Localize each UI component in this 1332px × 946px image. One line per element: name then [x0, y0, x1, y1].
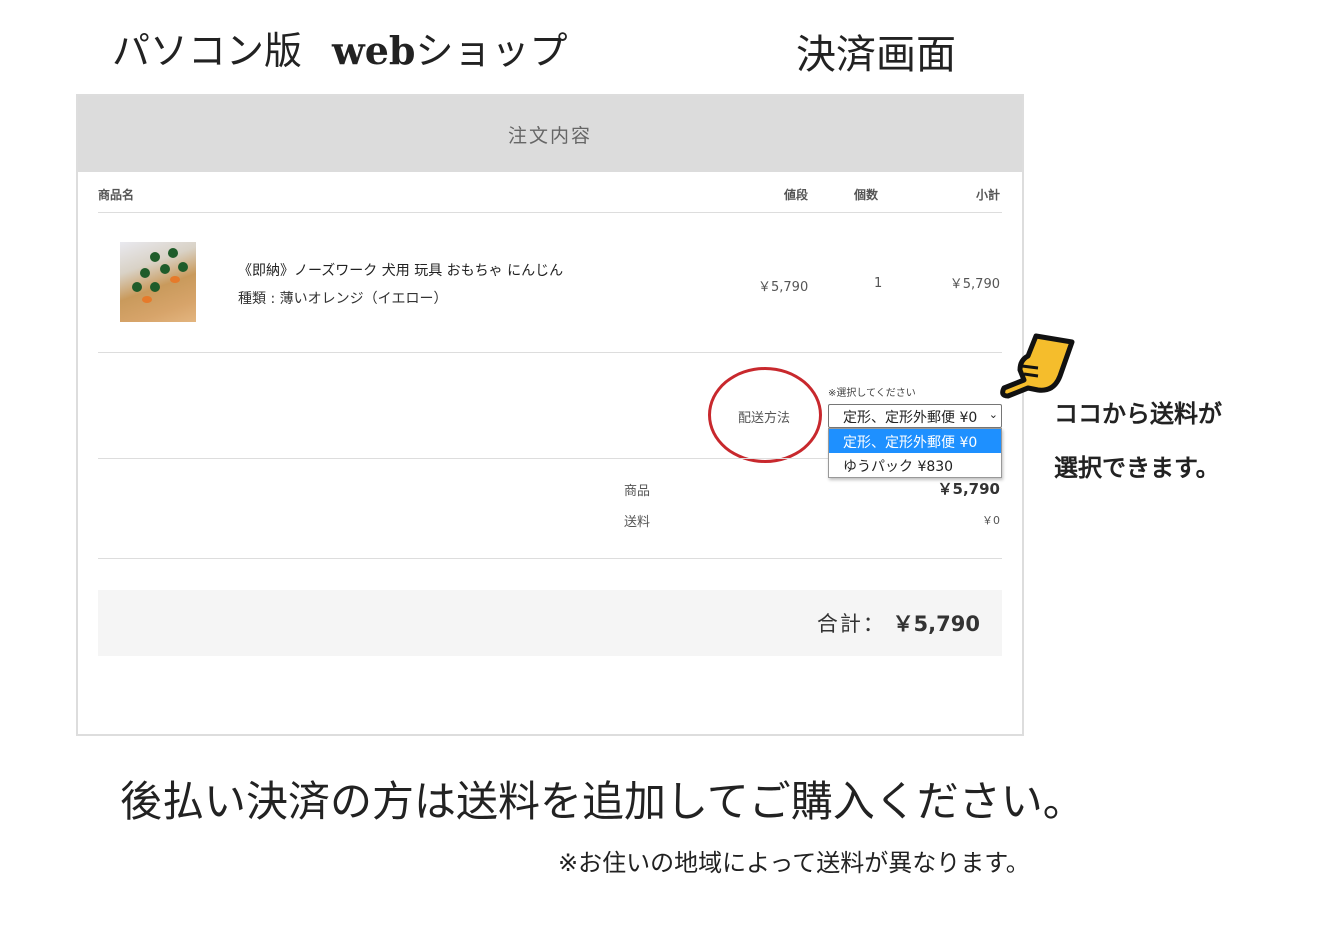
col-qty: 個数: [854, 188, 879, 202]
product-name[interactable]: 《即納》ノーズワーク 犬用 玩具 おもちゃ にんじん: [238, 260, 563, 280]
total-label: 合計：: [816, 612, 886, 636]
product-variant: 種類 : 薄いオレンジ（イエロー）: [238, 291, 448, 307]
item-qty: 1: [874, 276, 883, 291]
order-panel: 注文内容 商品名 値段 個数 小計 《即納》ノーズワーク 犬用 玩具 おもちゃ …: [76, 94, 1024, 736]
col-name: 商品名: [98, 188, 135, 202]
goods-label: 商品: [624, 484, 651, 499]
selected-option: 定形、定形外郵便 ¥0: [843, 410, 978, 426]
note-main: 後払い決済の方は送料を追加してご購入ください。: [120, 777, 1085, 826]
shipping-select[interactable]: 定形、定形外郵便 ¥0 ⌄: [828, 404, 1002, 428]
shipping-dropdown: 定形、定形外郵便 ¥0 ゆうパック ¥830: [828, 428, 1002, 478]
total-value: ￥5,790: [892, 612, 980, 636]
goods-value: ￥5,790: [937, 480, 1000, 498]
product-image[interactable]: [120, 242, 196, 322]
shipping-hint: ※選択してください: [828, 388, 916, 399]
heading-web: web: [332, 28, 416, 73]
note-sub: ※お住いの地域によって送料が異なります。: [558, 849, 1030, 877]
panel-title: 注文内容: [78, 96, 1022, 172]
divider: [98, 212, 1002, 213]
shipping-option[interactable]: 定形、定形外郵便 ¥0: [829, 429, 1001, 453]
shipping-fee-label: 送料: [624, 515, 651, 530]
item-price: ￥5,790: [758, 280, 809, 295]
page-heading-right: 決済画面: [796, 32, 956, 78]
heading-shop: ショップ: [415, 29, 568, 73]
total-box: 合計： ￥5,790: [98, 590, 1002, 656]
heading-text: パソコン版: [112, 29, 303, 73]
divider: [98, 558, 1002, 559]
callout-line2: 選択できます。: [1054, 454, 1220, 482]
col-subtotal: 小計: [975, 188, 1000, 202]
chevron-down-icon: ⌄: [988, 408, 998, 421]
pointing-hand-icon: [1000, 333, 1075, 399]
shipping-label: 配送方法: [738, 411, 791, 426]
page-heading-left: パソコン版 webショップ: [112, 20, 568, 75]
shipping-fee-value: ￥0: [982, 514, 1000, 527]
shipping-option[interactable]: ゆうパック ¥830: [829, 453, 1001, 477]
callout-line1: ココから送料が: [1054, 400, 1222, 428]
divider: [98, 352, 1002, 353]
item-subtotal: ￥5,790: [949, 277, 1000, 292]
col-price: 値段: [784, 188, 809, 202]
